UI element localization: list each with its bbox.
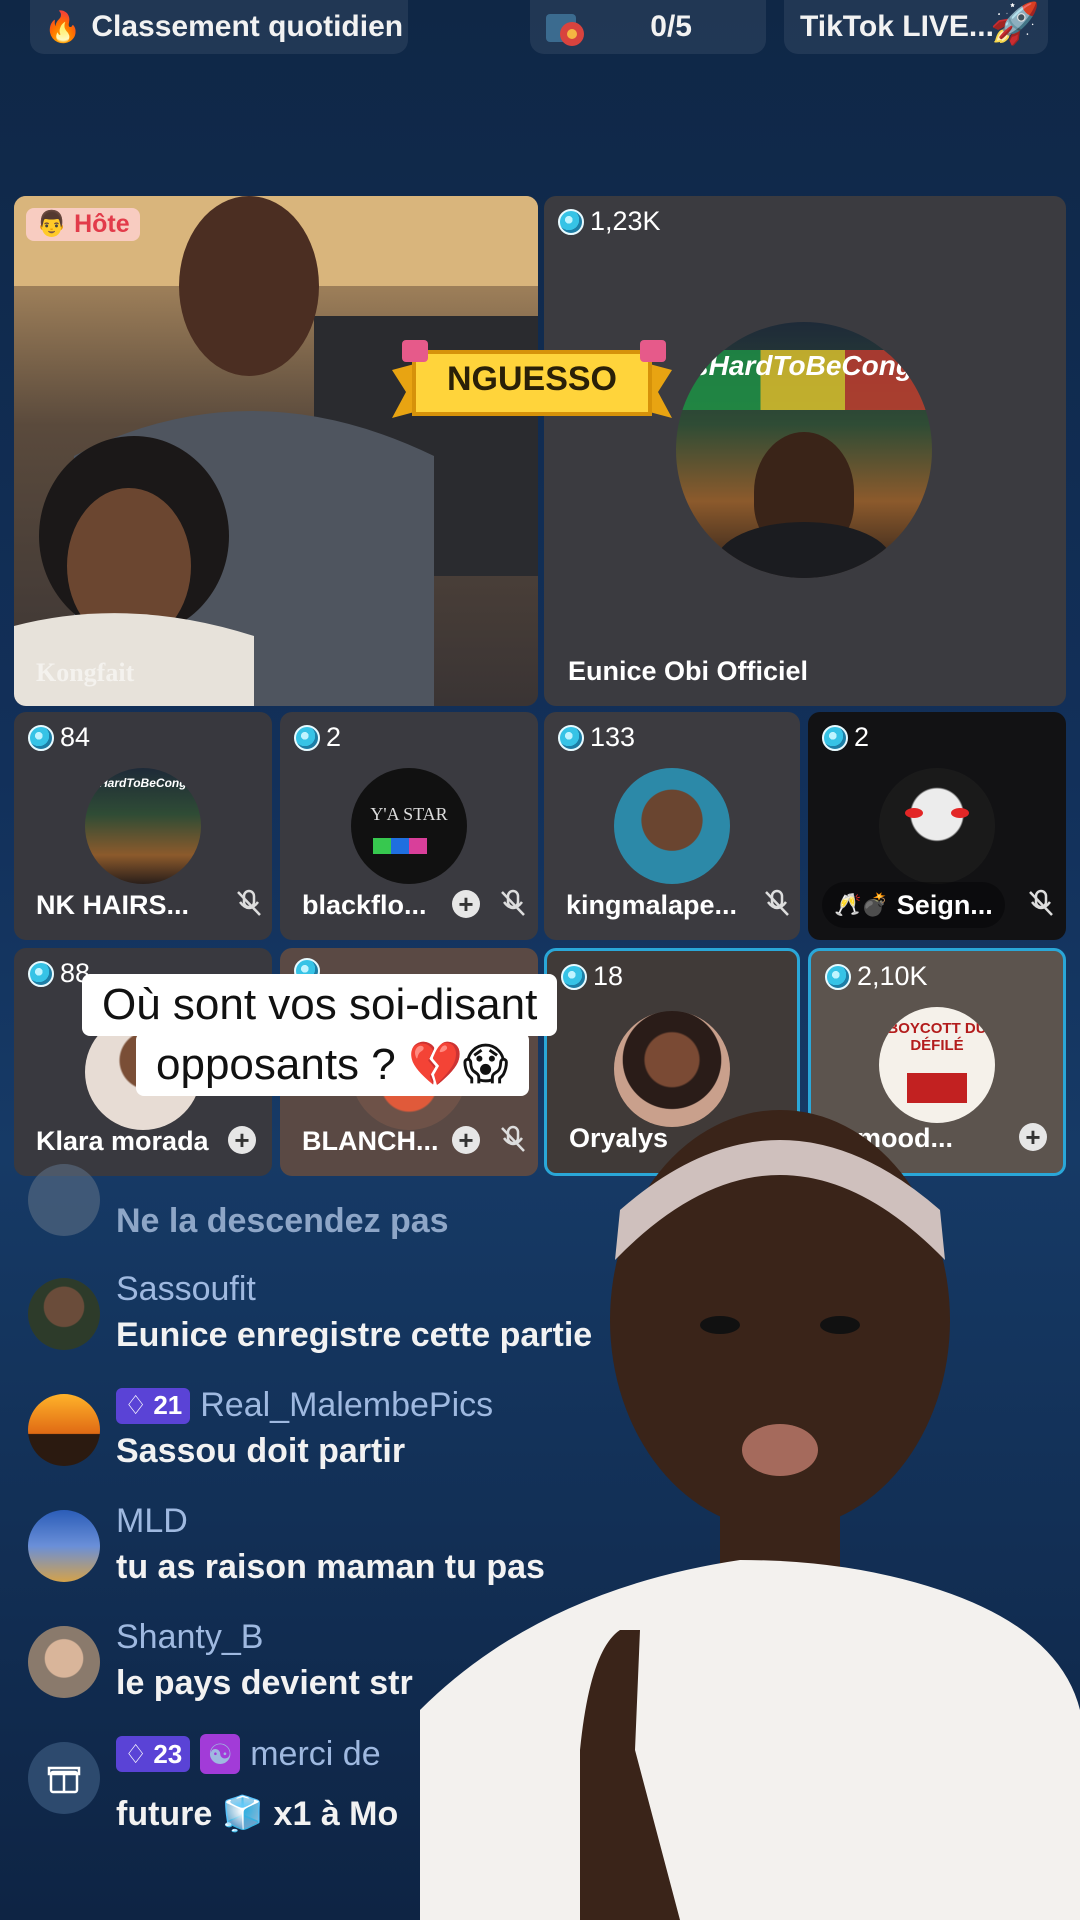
tiktok-live-label: TikTok LIVE... — [800, 10, 994, 43]
featured-guest-avatar: ItsHardToBeCongolese — [676, 322, 932, 578]
guest-tile[interactable]: 2 🥂💣 Seign... — [808, 712, 1066, 940]
mic-off-icon[interactable] — [234, 888, 264, 918]
guest-count: 133 — [558, 722, 635, 753]
featured-guest-name: Eunice Obi Officiel — [568, 655, 809, 686]
diamond-icon — [825, 963, 851, 990]
add-guest-icon[interactable]: + — [228, 1126, 256, 1154]
diamond-icon — [558, 724, 584, 751]
level-diamond-icon: ♢ — [124, 1390, 148, 1420]
guest-count: 18 — [561, 961, 623, 992]
level-diamond-icon: ♢ — [124, 1738, 148, 1769]
user-avatar[interactable] — [28, 1278, 100, 1350]
goal-progress-button[interactable]: 0/5 — [530, 0, 766, 54]
daily-ranking-button[interactable]: 🔥 Classement quotidien — [30, 0, 408, 54]
guest-badge-icons: 🥂💣 — [834, 892, 889, 917]
user-avatar[interactable] — [28, 1510, 100, 1582]
chat-username[interactable]: ♢ 23 ☯ merci de — [116, 1734, 381, 1774]
guest-avatar — [879, 768, 995, 884]
mic-off-icon[interactable] — [762, 888, 792, 918]
top-bar: 🔥 Classement quotidien 0/5 TikTok LIVE..… — [0, 0, 1080, 56]
chat-message-text: Sassou doit partir — [116, 1432, 406, 1470]
guest-count: 2 — [822, 722, 869, 753]
user-avatar[interactable] — [28, 1394, 100, 1466]
guest-tile[interactable]: 2 Y'A STAR blackflo... + — [280, 712, 538, 940]
add-guest-icon[interactable]: + — [452, 890, 480, 918]
goal-progress-value: 0/5 — [650, 10, 692, 43]
guest-name: blackflo... — [302, 889, 427, 920]
guest-count: 84 — [28, 722, 90, 753]
host-badge: 👨 Hôte — [26, 208, 140, 241]
caption-line-2: opposants ? 💔😱 — [136, 1032, 529, 1096]
guest-avatar — [614, 768, 730, 884]
chat-message-text: Ne la descendez pas — [116, 1202, 449, 1240]
chat-username[interactable]: Shanty_B — [116, 1618, 263, 1657]
host-video-tile[interactable]: 👨 Hôte Kongfait — [14, 196, 538, 706]
diamond-icon — [822, 724, 848, 751]
chat-username[interactable]: Sassoufit — [116, 1270, 256, 1309]
guest-tile[interactable]: 84 ItsHardToBeCongolese NK HAIRS... — [14, 712, 272, 940]
caption-line-1: Où sont vos soi-disant — [82, 974, 558, 1036]
featured-guest-count: 1,23K — [558, 206, 661, 237]
guest-count: 2 — [294, 722, 341, 753]
chat-message-text: future 🧊 x1 à Mo — [116, 1795, 399, 1833]
host-video-image — [14, 196, 538, 706]
chat-username[interactable]: MLD — [116, 1502, 188, 1541]
yin-yang-icon: ☯ — [200, 1734, 241, 1774]
guest-name: 🥂💣 Seign... — [822, 882, 1005, 928]
chat-message-text: le pays devient str — [116, 1664, 413, 1702]
diamond-icon — [561, 963, 587, 990]
host-badge-icon: 👨 — [36, 210, 68, 238]
guest-avatar: Y'A STAR — [351, 768, 467, 884]
flame-icon: 🔥 — [44, 10, 82, 44]
daily-ranking-label: Classement quotidien — [91, 10, 404, 43]
nguesso-banner-text: NGUESSO — [446, 360, 618, 398]
guest-name: Klara morada — [36, 1125, 209, 1156]
diamond-icon — [28, 960, 54, 987]
guest-name: NK HAIRS... — [36, 889, 190, 920]
level-badge: ♢ 21 — [116, 1387, 191, 1424]
mic-off-icon[interactable] — [1026, 888, 1056, 918]
diamond-icon — [558, 208, 584, 235]
user-avatar — [28, 1164, 100, 1236]
featured-guest-tile[interactable]: 1,23K ItsHardToBeCongolese Eunice Obi Of… — [544, 196, 1066, 706]
guest-avatar: ItsHardToBeCongolese — [85, 768, 201, 884]
user-avatar[interactable] — [28, 1626, 100, 1698]
level-badge: ♢ 23 — [116, 1736, 191, 1772]
host-watermark: Kongfait — [36, 658, 135, 687]
tiktok-live-button[interactable]: TikTok LIVE... 🚀 — [784, 0, 1048, 54]
presenter-video — [420, 1110, 1080, 1920]
guest-count: 2,10K — [825, 961, 928, 992]
gift-icon — [28, 1742, 100, 1814]
diamond-icon — [28, 724, 54, 751]
mic-off-icon[interactable] — [498, 888, 528, 918]
guest-tile[interactable]: 133 kingmalape... — [544, 712, 800, 940]
guest-count: 88 — [28, 958, 90, 989]
rocket-icon: 🚀 — [990, 2, 1040, 46]
guest-name: kingmalape... — [566, 889, 738, 920]
diamond-icon — [294, 724, 320, 751]
gift-goal-icon — [546, 14, 584, 46]
